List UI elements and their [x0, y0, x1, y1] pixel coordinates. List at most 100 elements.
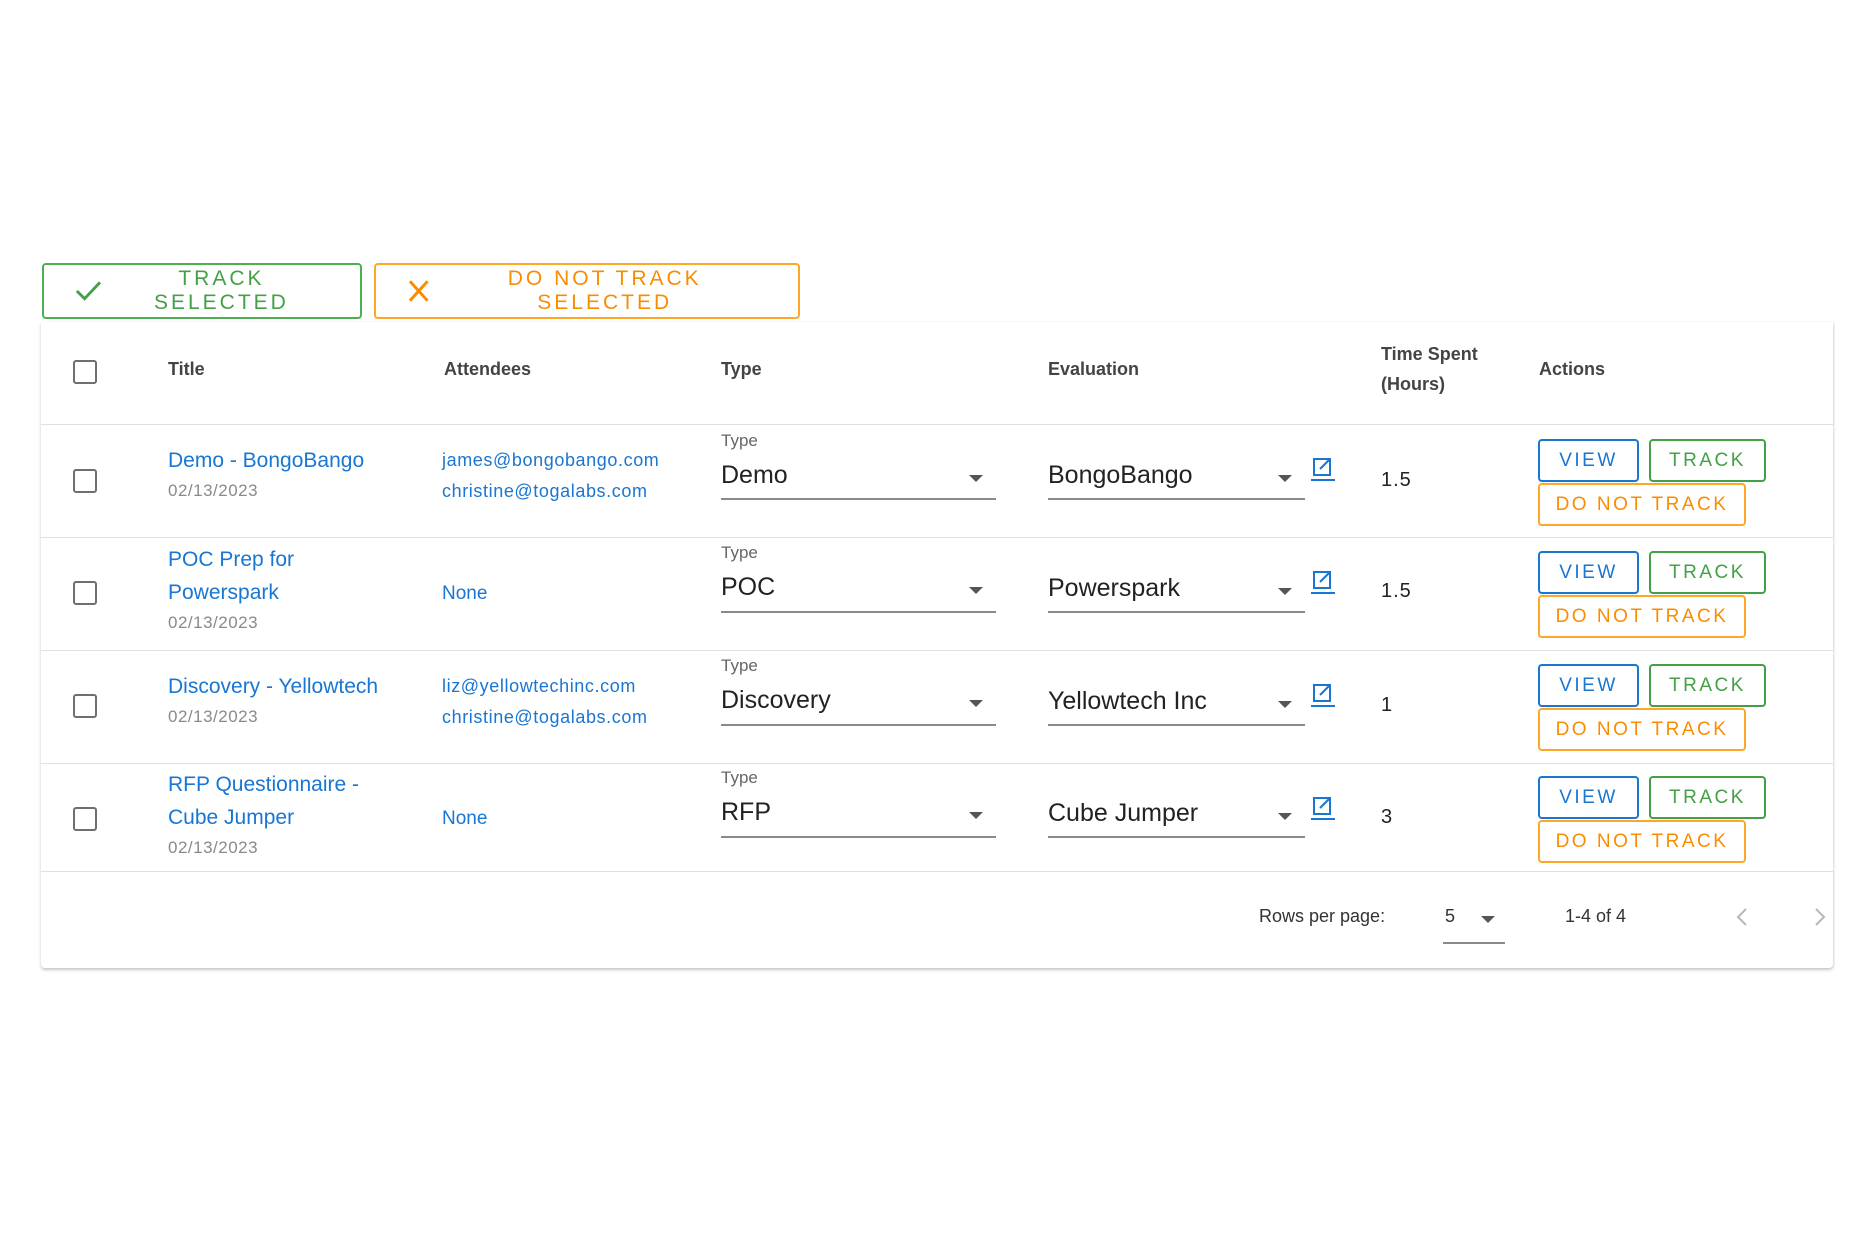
do-not-track-button[interactable]: DO NOT TRACK	[1538, 595, 1746, 638]
evaluation-select-value: Powerspark	[1048, 574, 1180, 602]
type-select-value: Demo	[721, 461, 788, 489]
type-select-label: Type	[721, 543, 758, 562]
do-not-track-button[interactable]: DO NOT TRACK	[1538, 708, 1746, 751]
track-button[interactable]: TRACK	[1649, 776, 1766, 819]
open-in-new-icon[interactable]	[1311, 569, 1335, 595]
type-select-value: RFP	[721, 798, 771, 826]
open-in-new-icon[interactable]	[1311, 795, 1335, 821]
view-button[interactable]: VIEW	[1538, 551, 1639, 594]
select-all-checkbox[interactable]	[73, 360, 97, 384]
column-header-attendees: Attendees	[444, 359, 532, 379]
type-select[interactable]: Type Demo	[721, 431, 996, 500]
evaluation-select[interactable]: Yellowtech Inc	[1048, 676, 1305, 726]
rows-per-page-value: 5	[1445, 906, 1456, 926]
open-in-new-icon[interactable]	[1311, 682, 1335, 708]
title-cell: POC Prep for Powerspark 02/13/2023	[168, 543, 294, 637]
row-checkbox[interactable]	[73, 807, 97, 831]
caret-down-icon	[969, 475, 983, 482]
meeting-title-link-line2[interactable]: Powerspark	[168, 576, 294, 609]
caret-down-icon	[1278, 475, 1292, 482]
meeting-date: 02/13/2023	[168, 838, 259, 857]
title-cell: Discovery - Yellowtech 02/13/2023	[168, 670, 378, 731]
column-header-title: Title	[168, 359, 205, 379]
meetings-table: Title Attendees Type Evaluation Time Spe…	[41, 322, 1833, 968]
bulk-actions-toolbar: TRACK SELECTED DO NOT TRACK SELECTED	[42, 263, 800, 319]
rows-per-page-select[interactable]: 5	[1443, 896, 1505, 944]
track-button[interactable]: TRACK	[1649, 439, 1766, 482]
do-not-track-button[interactable]: DO NOT TRACK	[1538, 820, 1746, 863]
meeting-title-link[interactable]: RFP Questionnaire -	[168, 768, 359, 801]
table-row: Discovery - Yellowtech 02/13/2023 liz@ye…	[41, 651, 1833, 764]
caret-down-icon	[1278, 813, 1292, 820]
evaluation-select-value: BongoBango	[1048, 461, 1193, 489]
type-select-value: Discovery	[721, 686, 831, 714]
track-button[interactable]: TRACK	[1649, 551, 1766, 594]
row-checkbox[interactable]	[73, 581, 97, 605]
attendee-email[interactable]: christine@togalabs.com	[442, 476, 659, 507]
table-pagination: Rows per page: 5 1-4 of 4	[41, 872, 1833, 968]
caret-down-icon	[1278, 701, 1292, 708]
time-spent-value: 3	[1381, 806, 1394, 828]
title-cell: Demo - BongoBango 02/13/2023	[168, 444, 364, 505]
evaluation-select[interactable]: Powerspark	[1048, 563, 1305, 613]
meeting-title-link[interactable]: Discovery - Yellowtech	[168, 670, 378, 703]
previous-page-button[interactable]	[1727, 902, 1757, 932]
open-in-new-icon[interactable]	[1311, 456, 1335, 482]
attendees-none: None	[442, 808, 488, 829]
row-checkbox[interactable]	[73, 469, 97, 493]
view-button[interactable]: VIEW	[1538, 664, 1639, 707]
time-spent-value: 1.5	[1381, 580, 1412, 602]
caret-down-icon	[969, 812, 983, 819]
close-icon	[408, 280, 429, 302]
row-checkbox[interactable]	[73, 694, 97, 718]
type-select-value: POC	[721, 573, 776, 601]
meeting-date: 02/13/2023	[168, 481, 259, 500]
type-select-label: Type	[721, 768, 758, 787]
time-spent-header-line1: Time Spent	[1381, 344, 1478, 364]
caret-down-icon	[969, 587, 983, 594]
evaluation-select-value: Cube Jumper	[1048, 799, 1199, 827]
meeting-date: 02/13/2023	[168, 707, 259, 726]
chevron-left-icon	[1736, 908, 1747, 926]
attendees-cell: james@bongobango.com christine@togalabs.…	[442, 445, 659, 507]
rows-per-page-label: Rows per page:	[1259, 906, 1386, 926]
attendees-cell: liz@yellowtechinc.com christine@togalabs…	[442, 671, 648, 733]
next-page-button[interactable]	[1805, 902, 1835, 932]
do-not-track-selected-button[interactable]: DO NOT TRACK SELECTED	[374, 263, 800, 319]
column-header-time-spent: Time Spent (Hours)	[1381, 339, 1478, 399]
track-selected-label: TRACK SELECTED	[153, 267, 289, 314]
pagination-range: 1-4 of 4	[1565, 906, 1627, 926]
track-selected-button[interactable]: TRACK SELECTED	[42, 263, 362, 319]
do-not-track-button[interactable]: DO NOT TRACK	[1538, 483, 1746, 526]
attendees-none: None	[442, 583, 488, 604]
track-button[interactable]: TRACK	[1649, 664, 1766, 707]
table-header-row: Title Attendees Type Evaluation Time Spe…	[41, 322, 1833, 425]
column-header-evaluation: Evaluation	[1048, 359, 1140, 379]
caret-down-icon	[1278, 588, 1292, 595]
type-select[interactable]: Type Discovery	[721, 656, 996, 726]
check-icon	[75, 281, 102, 301]
table-row: RFP Questionnaire - Cube Jumper 02/13/20…	[41, 764, 1833, 872]
attendee-email[interactable]: christine@togalabs.com	[442, 702, 648, 733]
meeting-title-link[interactable]: POC Prep for	[168, 543, 294, 576]
attendee-email[interactable]: liz@yellowtechinc.com	[442, 671, 648, 702]
view-button[interactable]: VIEW	[1538, 439, 1639, 482]
caret-down-icon	[1481, 916, 1495, 923]
evaluation-select[interactable]: Cube Jumper	[1048, 788, 1305, 838]
time-spent-header-line2: (Hours)	[1381, 374, 1445, 394]
evaluation-select-value: Yellowtech Inc	[1048, 687, 1207, 715]
column-header-type: Type	[721, 359, 762, 379]
table-row: Demo - BongoBango 02/13/2023 james@bongo…	[41, 425, 1833, 538]
time-spent-value: 1	[1381, 694, 1394, 716]
evaluation-select[interactable]: BongoBango	[1048, 450, 1305, 500]
type-select[interactable]: Type POC	[721, 543, 996, 613]
time-spent-value: 1.5	[1381, 469, 1412, 491]
meeting-title-link-line2[interactable]: Cube Jumper	[168, 801, 359, 834]
table-row: POC Prep for Powerspark 02/13/2023 None …	[41, 538, 1833, 651]
type-select[interactable]: Type RFP	[721, 768, 996, 838]
view-button[interactable]: VIEW	[1538, 776, 1639, 819]
column-header-actions: Actions	[1539, 359, 1606, 379]
attendee-email[interactable]: james@bongobango.com	[442, 445, 659, 476]
meeting-title-link[interactable]: Demo - BongoBango	[168, 444, 364, 477]
do-not-track-selected-label: DO NOT TRACK SELECTED	[507, 267, 702, 314]
